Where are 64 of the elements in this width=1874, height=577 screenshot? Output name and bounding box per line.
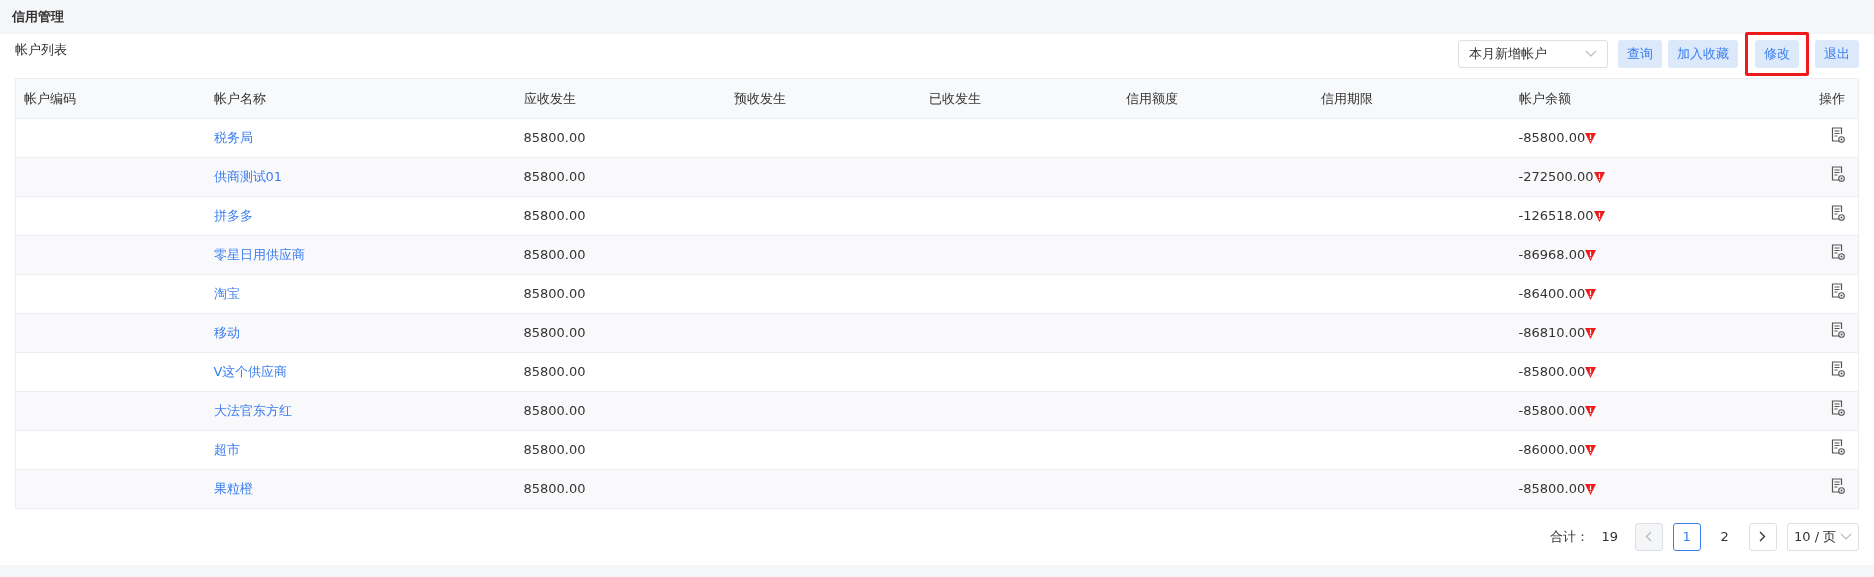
- table-cell: 85800.00: [523, 286, 586, 302]
- table-cell-text: -86968.00: [1518, 246, 1586, 265]
- table-cell-text: -126518.00: [1518, 207, 1594, 226]
- view-document-icon[interactable]: [1831, 478, 1845, 495]
- account-name-link[interactable]: 移动: [213, 325, 240, 341]
- section-title: 帐户列表: [15, 41, 67, 59]
- account-name-link[interactable]: 超市: [213, 442, 240, 458]
- table-cell-text: -272500.00: [1518, 168, 1594, 187]
- table-cell: 85800.00: [523, 481, 586, 497]
- view-document-icon[interactable]: [1831, 166, 1845, 183]
- chevron-down-icon: [1584, 50, 1597, 58]
- chevron-right-icon: [1759, 531, 1767, 542]
- table-cell-text: -86810.00: [1518, 324, 1586, 343]
- column-header: 帐户余额: [1518, 90, 1571, 106]
- table-cell-text: -85800.00: [1518, 402, 1586, 421]
- table-cell-text: -85800.00: [1518, 363, 1586, 382]
- table-cell: 85800.00: [523, 403, 586, 419]
- table-cell-text: -86000.00: [1518, 441, 1586, 460]
- toolbar-button[interactable]: 退出: [1815, 40, 1859, 68]
- table-cell: 85800.00: [523, 364, 586, 380]
- chevron-left-icon: [1645, 531, 1653, 542]
- column-header: 已收发生: [928, 90, 981, 106]
- view-document-icon[interactable]: [1831, 361, 1845, 378]
- table-cell: 85800.00: [523, 208, 586, 224]
- column-header: 帐户名称: [213, 90, 266, 106]
- account-name-link[interactable]: 淘宝: [213, 286, 240, 302]
- total-label: 合计：: [1549, 527, 1589, 546]
- column-header: 预收发生: [733, 90, 786, 106]
- total-count: 19: [1601, 527, 1619, 546]
- view-document-icon[interactable]: [1831, 244, 1845, 261]
- toolbar-button[interactable]: 加入收藏: [1668, 40, 1738, 68]
- page-button[interactable]: 1: [1672, 522, 1701, 551]
- table-cell: 85800.00: [523, 247, 586, 263]
- toolbar-button[interactable]: 查询: [1617, 40, 1662, 68]
- chevron-down-icon: [1839, 532, 1852, 541]
- table-cell: 85800.00: [523, 325, 586, 341]
- page-title: 信用管理: [10, 8, 65, 26]
- filter-dropdown[interactable]: 本月新增帐户: [1457, 40, 1608, 68]
- view-document-icon[interactable]: [1831, 283, 1845, 300]
- toolbar-button[interactable]: 修改: [1754, 40, 1799, 68]
- table-cell-text: -85800.00: [1518, 129, 1586, 148]
- account-name-link[interactable]: 供商测试01: [213, 169, 283, 185]
- column-header: 操作: [1819, 90, 1845, 106]
- table-cell: 85800.00: [523, 169, 586, 185]
- view-document-icon[interactable]: [1831, 127, 1845, 144]
- view-document-icon[interactable]: [1831, 322, 1845, 339]
- view-document-icon[interactable]: [1831, 205, 1845, 222]
- table-cell: 85800.00: [523, 130, 586, 146]
- column-header: 信用期限: [1320, 90, 1373, 106]
- account-name-link[interactable]: V这个供应商: [213, 364, 288, 380]
- column-header: 应收发生: [523, 90, 576, 106]
- account-name-link[interactable]: 零星日用供应商: [213, 247, 305, 263]
- column-header: 信用额度: [1125, 90, 1178, 106]
- table-cell-text: -85800.00: [1518, 480, 1586, 499]
- account-name-link[interactable]: 拼多多: [213, 208, 253, 224]
- view-document-icon[interactable]: [1831, 439, 1845, 456]
- account-name-link[interactable]: 大法官东方红: [213, 403, 292, 419]
- page-size-dropdown[interactable]: 10 / 页: [1786, 522, 1859, 551]
- column-header: 帐户编码: [24, 90, 76, 106]
- account-name-link[interactable]: 果粒橙: [213, 481, 253, 497]
- table-cell: 85800.00: [523, 442, 586, 458]
- table-cell-text: -86400.00: [1518, 285, 1586, 304]
- view-document-icon[interactable]: [1831, 400, 1845, 417]
- account-name-link[interactable]: 税务局: [213, 130, 253, 146]
